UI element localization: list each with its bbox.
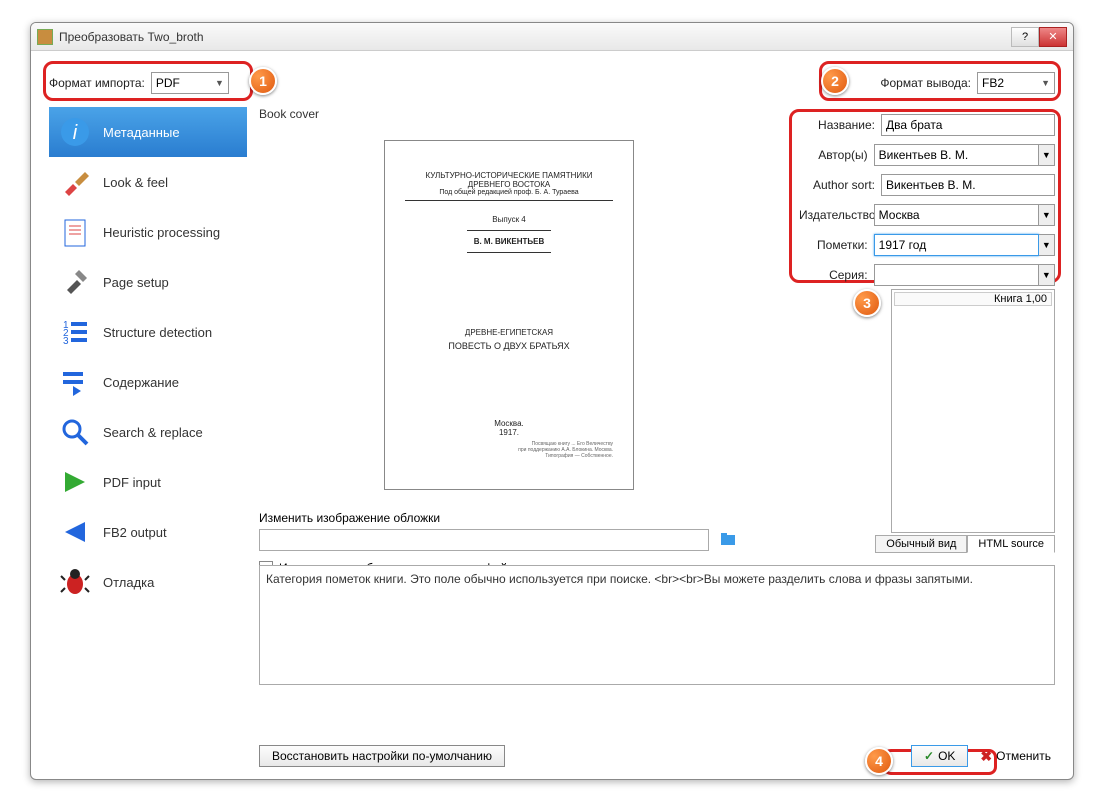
svg-text:3: 3 xyxy=(63,336,69,347)
help-text: Категория пометок книги. Это поле обычно… xyxy=(259,565,1055,685)
import-format-combo[interactable]: PDF▼ xyxy=(151,72,229,94)
metadata-panel: Название: Автор(ы) ▼ Author sort: Издате… xyxy=(799,113,1055,293)
sidebar-item-heuristic[interactable]: Heuristic processing xyxy=(49,207,247,257)
series-label: Серия: xyxy=(799,268,874,282)
cover-path-input[interactable] xyxy=(259,529,709,551)
sidebar-item-look-feel[interactable]: Look & feel xyxy=(49,157,247,207)
tags-label: Пометки: xyxy=(799,238,874,252)
cancel-button[interactable]: ✖Отменить xyxy=(976,745,1055,767)
import-format-group: Формат импорта: PDF▼ xyxy=(49,72,229,94)
import-format-label: Формат импорта: xyxy=(49,76,145,90)
tags-dropdown[interactable]: ▼ xyxy=(1039,234,1055,256)
arrow-right-icon xyxy=(57,464,93,500)
publisher-label: Издательство: xyxy=(799,208,874,222)
publisher-input[interactable] xyxy=(874,204,1039,226)
sidebar-item-structure[interactable]: 123 Structure detection xyxy=(49,307,247,357)
author-sort-label: Author sort: xyxy=(799,178,881,192)
series-input[interactable] xyxy=(874,264,1039,286)
sidebar-item-pdf-input[interactable]: PDF input xyxy=(49,457,247,507)
author-sort-input[interactable] xyxy=(881,174,1055,196)
info-icon: i xyxy=(57,114,93,150)
output-format-label: Формат вывода: xyxy=(880,76,971,90)
chevron-down-icon: ▼ xyxy=(1041,78,1050,88)
sidebar-item-fb2-output[interactable]: FB2 output xyxy=(49,507,247,557)
dialog-window: Преобразовать Two_broth ? ✕ Формат импор… xyxy=(30,22,1074,780)
cover-page: КУЛЬТУРНО-ИСТОРИЧЕСКИЕ ПАМЯТНИКИ ДРЕВНЕГ… xyxy=(384,140,634,490)
output-format-group: Формат вывода: FB2▼ xyxy=(880,72,1055,94)
output-format-combo[interactable]: FB2▼ xyxy=(977,72,1055,94)
sidebar-item-page-setup[interactable]: Page setup xyxy=(49,257,247,307)
check-icon: ✓ xyxy=(924,749,934,763)
search-icon xyxy=(57,414,93,450)
badge-1: 1 xyxy=(249,67,277,95)
help-button[interactable]: ? xyxy=(1011,27,1039,47)
series-list[interactable]: Книга 1,00 xyxy=(891,289,1055,533)
author-input[interactable] xyxy=(874,144,1039,166)
sidebar-item-search-replace[interactable]: Search & replace xyxy=(49,407,247,457)
tags-input[interactable] xyxy=(874,234,1039,256)
arrow-left-icon xyxy=(57,514,93,550)
sidebar-item-debug[interactable]: Отладка xyxy=(49,557,247,607)
ok-button[interactable]: ✓OK xyxy=(911,745,968,767)
sidebar-item-metadata[interactable]: i Метаданные xyxy=(49,107,247,157)
publisher-dropdown[interactable]: ▼ xyxy=(1039,204,1055,226)
chevron-down-icon: ▼ xyxy=(215,78,224,88)
cover-label: Book cover xyxy=(259,107,789,121)
title-input[interactable] xyxy=(881,114,1055,136)
sidebar-item-toc[interactable]: Содержание xyxy=(49,357,247,407)
series-dropdown[interactable]: ▼ xyxy=(1039,264,1055,286)
bug-icon xyxy=(57,564,93,600)
svg-text:i: i xyxy=(73,122,78,144)
titlebar: Преобразовать Two_broth ? ✕ xyxy=(31,23,1073,51)
app-icon xyxy=(37,29,53,45)
badge-3: 3 xyxy=(853,289,881,317)
document-icon xyxy=(57,214,93,250)
change-cover-label: Изменить изображение обложки xyxy=(259,511,789,525)
sidebar: i Метаданные Look & feel Heuristic proce… xyxy=(49,107,247,607)
wrench-icon xyxy=(57,264,93,300)
browse-button[interactable] xyxy=(717,527,739,549)
badge-4: 4 xyxy=(865,747,893,775)
badge-2: 2 xyxy=(821,67,849,95)
brush-icon xyxy=(57,164,93,200)
main-panel: Book cover КУЛЬТУРНО-ИСТОРИЧЕСКИЕ ПАМЯТН… xyxy=(259,107,789,575)
tab-normal-view[interactable]: Обычный вид xyxy=(875,535,967,553)
cover-preview: КУЛЬТУРНО-ИСТОРИЧЕСКИЕ ПАМЯТНИКИ ДРЕВНЕГ… xyxy=(259,125,759,505)
title-label: Название: xyxy=(799,118,881,132)
restore-defaults-button[interactable]: Восстановить настройки по-умолчанию xyxy=(259,745,505,767)
cross-icon: ✖ xyxy=(980,748,992,765)
window-title: Преобразовать Two_broth xyxy=(59,30,1011,44)
toc-icon xyxy=(57,364,93,400)
author-dropdown[interactable]: ▼ xyxy=(1039,144,1055,166)
close-button[interactable]: ✕ xyxy=(1039,27,1067,47)
list-icon: 123 xyxy=(57,314,93,350)
tab-html-source[interactable]: HTML source xyxy=(967,535,1055,553)
author-label: Автор(ы) xyxy=(799,148,874,162)
